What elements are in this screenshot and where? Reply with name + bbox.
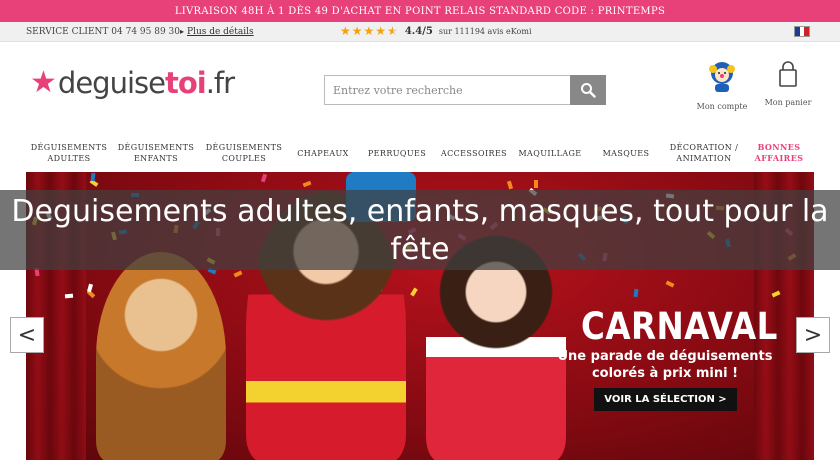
nav-item-masques[interactable]: MASQUES: [588, 136, 664, 170]
star-logo-icon: ★: [30, 65, 57, 100]
french-flag-icon[interactable]: [794, 26, 810, 37]
nav-item-bonnes-affaires[interactable]: BONNES AFFAIRES: [744, 136, 814, 170]
confetti-piece: [665, 280, 675, 288]
star-icon: ★: [340, 24, 351, 38]
rating-count: sur 111194 avis eKomi: [438, 27, 532, 36]
star-icon: ★: [351, 24, 363, 38]
promo-bar: LIVRAISON 48H À 1 DÈS 49 D'ACHAT EN POIN…: [0, 0, 840, 22]
banner-subtitle: Une parade de déguisements colorés à pri…: [557, 349, 773, 381]
details-link[interactable]: Plus de détails: [180, 27, 254, 37]
carousel-prev-button[interactable]: <: [10, 317, 44, 353]
banner-headline: CARNAVAL: [581, 305, 778, 348]
info-bar: SERVICE CLIENT 04 74 95 89 30 Plus de dé…: [0, 22, 840, 42]
nav-item-adultes[interactable]: DÉGUISEMENTS ADULTES: [26, 136, 112, 170]
ekomi-rating[interactable]: ★ ★ ★ ★ ★ 4.4/5 sur 111194 avis eKomi: [340, 25, 532, 38]
confetti-piece: [233, 270, 243, 278]
confetti-piece: [534, 180, 538, 188]
search-button[interactable]: [570, 75, 606, 105]
confetti-piece: [506, 180, 514, 190]
nav-item-decoration[interactable]: DÉCORATION / ANIMATION: [664, 136, 744, 170]
account-label: Mon compte: [696, 102, 748, 111]
confetti-piece: [260, 173, 268, 183]
confetti-piece: [86, 283, 94, 293]
confetti-piece: [64, 293, 74, 299]
nav-item-chapeaux[interactable]: CHAPEAUX: [288, 136, 358, 170]
boy-lion-costume-figure: [96, 252, 226, 460]
confetti-piece: [302, 180, 312, 188]
page-caption-overlay: Deguisements adultes, enfants, masques, …: [0, 190, 840, 270]
nav-item-couples[interactable]: DÉGUISEMENTS COUPLES: [200, 136, 288, 170]
nav-item-enfants[interactable]: DÉGUISEMENTS ENFANTS: [112, 136, 200, 170]
see-selection-button[interactable]: VOIR LA SÉLECTION >: [594, 388, 737, 411]
rating-score: 4.4/5: [404, 26, 433, 37]
confetti-piece: [410, 287, 418, 297]
account-button[interactable]: Mon compte: [692, 60, 752, 111]
nav-item-perruques[interactable]: PERRUQUES: [358, 136, 436, 170]
nav-item-accessoires[interactable]: ACCESSOIRES: [436, 136, 512, 170]
confetti-piece: [90, 172, 96, 182]
clown-avatar-icon: [709, 62, 735, 92]
cart-label: Mon panier: [764, 98, 812, 107]
search-bar: [324, 75, 606, 105]
cart-button[interactable]: Mon panier: [758, 60, 818, 107]
star-icon: ★: [363, 24, 375, 38]
search-input[interactable]: [324, 75, 570, 105]
shopping-bag-icon: [779, 61, 797, 87]
half-star-icon: ★: [387, 24, 398, 38]
confetti-piece: [633, 288, 639, 298]
search-icon: [581, 83, 596, 98]
star-icon: ★: [375, 24, 387, 38]
nav-item-maquillage[interactable]: MAQUILLAGE: [512, 136, 588, 170]
logo-text: deguisetoi.fr: [57, 66, 235, 100]
carousel-next-button[interactable]: >: [796, 317, 830, 353]
site-logo[interactable]: ★ deguisetoi.fr: [30, 65, 235, 100]
category-nav: DÉGUISEMENTS ADULTES DÉGUISEMENTS ENFANTS…: [26, 136, 814, 170]
customer-service-phone: SERVICE CLIENT 04 74 95 89 30: [26, 27, 180, 37]
promo-text: LIVRAISON 48H À 1 DÈS 49 D'ACHAT EN POIN…: [174, 6, 666, 17]
